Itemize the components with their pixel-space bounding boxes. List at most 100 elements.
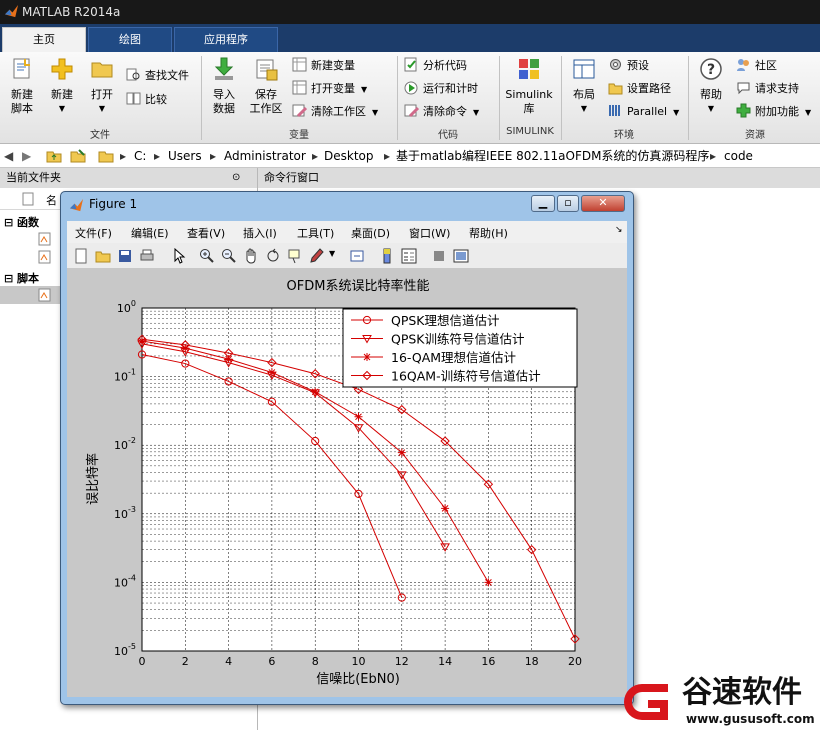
find-files-button[interactable]: 查找文件 bbox=[126, 66, 189, 86]
link-plot-icon[interactable] bbox=[349, 248, 365, 264]
request-support-button[interactable]: 请求支持 bbox=[736, 79, 799, 99]
legend-marker bbox=[363, 353, 371, 361]
svg-text:?: ? bbox=[707, 62, 715, 78]
menu-tools[interactable]: 工具(T) bbox=[297, 225, 334, 241]
save-workspace-icon bbox=[256, 59, 278, 81]
scripts-section[interactable]: ⊟ 脚本 bbox=[4, 270, 39, 286]
zoom-in-icon[interactable] bbox=[199, 248, 215, 264]
up-folder-icon[interactable] bbox=[46, 148, 62, 164]
menu-desktop[interactable]: 桌面(D) bbox=[351, 225, 390, 241]
simulink-icon bbox=[519, 59, 539, 79]
new-script-button[interactable]: 新建 脚本 bbox=[2, 56, 42, 116]
add-ons-button[interactable]: 附加功能 ▼ bbox=[736, 102, 811, 122]
open-button[interactable]: 打开 ▼ bbox=[82, 56, 122, 116]
clear-commands-button[interactable]: 清除命令 ▼ bbox=[404, 102, 479, 122]
menu-edit[interactable]: 编辑(E) bbox=[131, 225, 169, 241]
community-button[interactable]: 社区 bbox=[736, 56, 777, 76]
function-file-icon[interactable] bbox=[38, 232, 52, 246]
layout-button[interactable]: 布局 ▼ bbox=[564, 56, 604, 116]
x-tick-label: 16 bbox=[481, 655, 495, 668]
x-tick-label: 8 bbox=[312, 655, 319, 668]
back-arrow-icon[interactable]: ◀ bbox=[4, 148, 13, 164]
simulink-library-button[interactable]: Simulink 库 bbox=[504, 56, 554, 116]
functions-section[interactable]: ⊟ 函数 bbox=[4, 214, 39, 230]
legend[interactable]: QPSK理想信道估计 QPSK训练符号信道估计 16-QAM理想信道估计 16QAM-… bbox=[342, 308, 578, 388]
parallel-button[interactable]: Parallel ▼ bbox=[608, 102, 679, 122]
new-button[interactable]: 新建 ▼ bbox=[42, 56, 82, 116]
name-column-header[interactable]: 名 bbox=[46, 192, 57, 208]
chart-title: OFDM系统误比特率性能 bbox=[287, 278, 430, 294]
support-label: 请求支持 bbox=[755, 82, 799, 95]
new-variable-button[interactable]: 新建变量 bbox=[292, 56, 355, 76]
breadcrumb-item[interactable]: Administrator bbox=[224, 148, 306, 164]
breadcrumb-separator-icon: ▸ bbox=[120, 149, 127, 163]
new-figure-icon[interactable] bbox=[73, 248, 89, 264]
menu-file[interactable]: 文件(F) bbox=[75, 225, 112, 241]
y-tick-label: 10-5 bbox=[114, 642, 136, 658]
figure-window: Figure 1 ▁ ▫ ✕ 文件(F) 编辑(E) 查看(V) 插入(I) 工… bbox=[60, 191, 634, 705]
pointer-icon[interactable] bbox=[171, 248, 187, 264]
breadcrumb-item[interactable]: Users bbox=[168, 148, 202, 164]
show-tools-icon[interactable] bbox=[453, 248, 469, 264]
hide-tools-icon[interactable] bbox=[431, 248, 447, 264]
open-variable-button[interactable]: 打开变量 ▼ bbox=[292, 79, 367, 99]
colorbar-icon[interactable] bbox=[379, 248, 395, 264]
breadcrumb-item[interactable]: Desktop bbox=[324, 148, 374, 164]
analyze-code-button[interactable]: 分析代码 bbox=[404, 56, 467, 76]
tab-home[interactable]: 主页 bbox=[2, 27, 86, 52]
panel-menu-icon[interactable]: ⊙ bbox=[232, 168, 240, 188]
breadcrumb-item[interactable]: code bbox=[724, 148, 753, 164]
menu-window[interactable]: 窗口(W) bbox=[409, 225, 450, 241]
set-path-label: 设置路径 bbox=[627, 82, 671, 95]
legend-icon[interactable] bbox=[401, 248, 417, 264]
dock-arrow-icon[interactable]: ↘ bbox=[615, 225, 623, 235]
minimize-button[interactable]: ▁ bbox=[531, 195, 555, 212]
breadcrumb-separator-icon: ▸ bbox=[154, 149, 161, 163]
close-icon: ✕ bbox=[598, 196, 608, 209]
forward-arrow-icon[interactable]: ▶ bbox=[22, 148, 31, 164]
import-data-button[interactable]: 导入 数据 bbox=[204, 56, 244, 116]
maximize-button[interactable]: ▫ bbox=[557, 195, 579, 212]
window-title: MATLAB R2014a bbox=[22, 5, 121, 19]
import-label-1: 导入 bbox=[213, 88, 235, 101]
run-and-time-button[interactable]: 运行和计时 bbox=[404, 79, 478, 99]
function-file-icon[interactable] bbox=[38, 250, 52, 264]
menu-help[interactable]: 帮助(H) bbox=[469, 225, 508, 241]
open-caret-icon: ▼ bbox=[98, 104, 106, 113]
script-file-icon[interactable] bbox=[38, 288, 52, 302]
tab-apps-label: 应用程序 bbox=[204, 33, 248, 46]
close-button[interactable]: ✕ bbox=[581, 195, 625, 212]
brush-caret-icon[interactable]: ▼ bbox=[329, 249, 335, 258]
rotate-3d-icon[interactable] bbox=[265, 248, 281, 264]
help-button[interactable]: ? 帮助 ▼ bbox=[691, 56, 731, 116]
print-icon[interactable] bbox=[139, 248, 155, 264]
brush-icon[interactable] bbox=[309, 248, 325, 264]
set-path-button[interactable]: 设置路径 bbox=[608, 79, 671, 99]
preferences-button[interactable]: 预设 bbox=[608, 56, 649, 76]
minimize-icon: ▁ bbox=[538, 196, 548, 209]
tab-apps[interactable]: 应用程序 bbox=[174, 27, 278, 52]
data-point bbox=[441, 504, 450, 513]
x-tick-label: 14 bbox=[438, 655, 452, 668]
compare-icon bbox=[126, 92, 141, 105]
browse-folder-icon[interactable] bbox=[70, 148, 86, 164]
open-file-icon[interactable] bbox=[95, 248, 111, 264]
menu-view[interactable]: 查看(V) bbox=[187, 225, 225, 241]
breadcrumb-item[interactable]: 基于matlab编程IEEE 802.11aOFDM系统的仿真源码程序 bbox=[396, 148, 709, 164]
x-tick-label: 4 bbox=[225, 655, 232, 668]
save-workspace-button[interactable]: 保存 工作区 bbox=[246, 56, 286, 116]
clear-commands-icon bbox=[404, 104, 419, 118]
tab-plots[interactable]: 绘图 bbox=[88, 27, 172, 52]
data-cursor-icon[interactable] bbox=[287, 248, 303, 264]
open-variable-label: 打开变量 bbox=[311, 82, 355, 95]
menu-insert[interactable]: 插入(I) bbox=[243, 225, 277, 241]
pan-hand-icon[interactable] bbox=[243, 248, 259, 264]
clear-workspace-button[interactable]: 清除工作区 ▼ bbox=[292, 102, 378, 122]
save-icon[interactable] bbox=[117, 248, 133, 264]
clear-workspace-icon bbox=[292, 104, 307, 118]
add-ons-caret-icon: ▼ bbox=[805, 108, 812, 117]
breadcrumb-item[interactable]: C: bbox=[134, 148, 146, 164]
compare-button[interactable]: 比较 bbox=[126, 90, 167, 110]
zoom-out-icon[interactable] bbox=[221, 248, 237, 264]
current-folder-header: 当前文件夹 ⊙ bbox=[0, 168, 258, 188]
